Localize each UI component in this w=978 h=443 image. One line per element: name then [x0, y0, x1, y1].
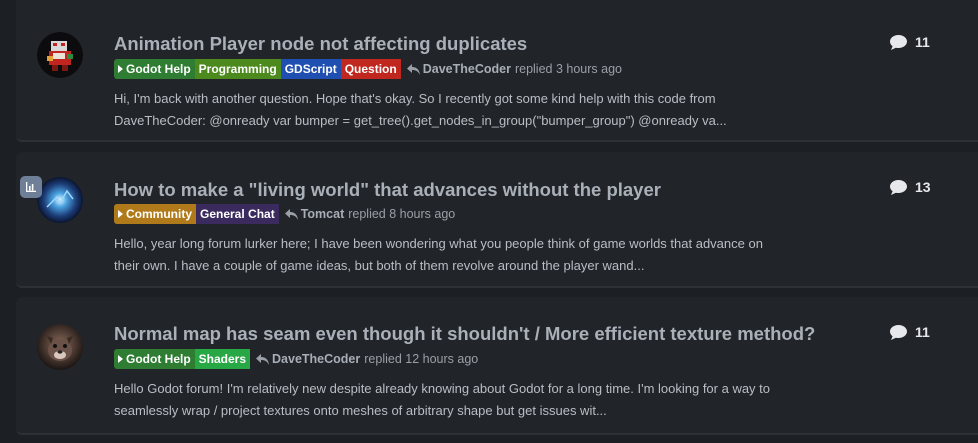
- avatar[interactable]: [37, 324, 83, 370]
- excerpt-line: Hello, year long forum lurker here; I ha…: [114, 236, 763, 251]
- topic-excerpt[interactable]: Hello Godot forum! I'm relatively new de…: [114, 378, 814, 422]
- tag-label: Godot Help: [126, 62, 191, 76]
- last-poster-link[interactable]: DaveTheCoder: [423, 62, 511, 76]
- caret-right-icon: [118, 210, 123, 218]
- excerpt-line: their own. I have a couple of game ideas…: [114, 258, 645, 273]
- tag-gdscript[interactable]: GDScript: [280, 59, 341, 79]
- last-reply-info: Tomcat replied 8 hours ago: [284, 207, 456, 221]
- last-reply-info: DaveTheCoder replied 12 hours ago: [256, 352, 478, 366]
- topic-card[interactable]: Animation Player node not affecting dupl…: [16, 0, 978, 142]
- tag-godot-help[interactable]: Godot Help: [114, 59, 195, 79]
- topic-meta: Godot Help Shaders DaveTheCoder replied …: [114, 349, 478, 369]
- tag-label: Godot Help: [126, 352, 191, 366]
- topic-card[interactable]: How to make a "living world" that advanc…: [16, 152, 978, 288]
- excerpt-line: DaveTheCoder: @onready var bumper = get_…: [114, 113, 727, 128]
- reply-count[interactable]: 11: [890, 324, 930, 340]
- tag-general-chat[interactable]: General Chat: [196, 204, 279, 224]
- activity-time: replied 3 hours ago: [514, 62, 622, 76]
- topic-card[interactable]: Normal map has seam even though it shoul…: [16, 297, 978, 435]
- topic-title[interactable]: How to make a "living world" that advanc…: [114, 179, 661, 201]
- last-reply-info: DaveTheCoder replied 3 hours ago: [406, 62, 622, 76]
- topic-title[interactable]: Normal map has seam even though it shoul…: [114, 323, 815, 345]
- excerpt-line: Hello Godot forum! I'm relatively new de…: [114, 381, 771, 396]
- reply-arrow-icon: [284, 208, 298, 220]
- excerpt-line: seamlessly wrap / project textures onto …: [114, 403, 607, 418]
- tag-label: Community: [126, 207, 192, 221]
- tag-programming[interactable]: Programming: [194, 59, 281, 79]
- reply-count-value: 11: [915, 34, 930, 50]
- tag-shaders[interactable]: Shaders: [194, 349, 251, 369]
- topic-excerpt[interactable]: Hello, year long forum lurker here; I ha…: [114, 233, 814, 277]
- reply-arrow-icon: [256, 353, 270, 365]
- comment-bubble-icon: [890, 324, 907, 340]
- topic-meta: Community General Chat Tomcat replied 8 …: [114, 204, 455, 224]
- last-poster-link[interactable]: Tomcat: [301, 207, 345, 221]
- reply-count-value: 11: [915, 324, 930, 340]
- reply-count[interactable]: 13: [890, 179, 931, 195]
- activity-time: replied 12 hours ago: [364, 352, 479, 366]
- poll-chart-icon: [20, 176, 42, 198]
- avatar[interactable]: [37, 32, 83, 78]
- topic-title[interactable]: Animation Player node not affecting dupl…: [114, 33, 527, 55]
- tag-community[interactable]: Community: [114, 204, 196, 224]
- tag-godot-help[interactable]: Godot Help: [114, 349, 195, 369]
- last-poster-link[interactable]: DaveTheCoder: [272, 352, 360, 366]
- topic-excerpt[interactable]: Hi, I'm back with another question. Hope…: [114, 88, 814, 132]
- topic-meta: Godot Help Programming GDScript Question…: [114, 59, 622, 79]
- reply-count-value: 13: [915, 179, 931, 195]
- caret-right-icon: [118, 65, 123, 73]
- reply-arrow-icon: [406, 63, 420, 75]
- tag-question[interactable]: Question: [340, 59, 401, 79]
- activity-time: replied 8 hours ago: [348, 207, 456, 221]
- avatar[interactable]: [37, 177, 83, 223]
- comment-bubble-icon: [890, 179, 907, 195]
- comment-bubble-icon: [890, 34, 907, 50]
- caret-right-icon: [118, 355, 123, 363]
- reply-count[interactable]: 11: [890, 34, 930, 50]
- excerpt-line: Hi, I'm back with another question. Hope…: [114, 91, 716, 106]
